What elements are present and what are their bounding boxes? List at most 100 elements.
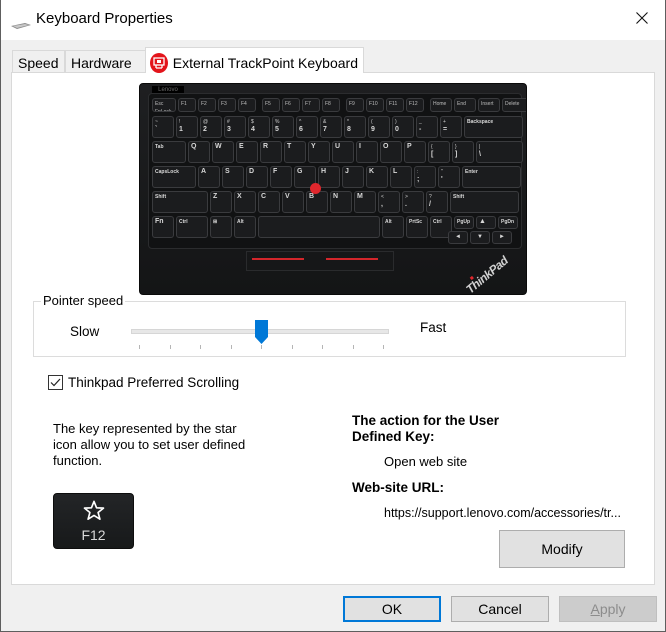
star-icon	[83, 500, 105, 524]
slider-tick	[169, 345, 171, 349]
keyboard-key: & 7	[320, 116, 342, 138]
keyboard-key: ? /	[426, 191, 448, 213]
trackpoint-icon	[150, 52, 168, 73]
tab-panel: Lenovo Esc FnLock F1 F2 F3 F4 F5 F6 F7 F8 F9 F10 F1…	[11, 72, 655, 585]
slider-tick	[291, 345, 293, 349]
keyboard-key: F1	[178, 98, 196, 112]
keyboard-key: E	[236, 141, 258, 163]
pointer-speed-group: Pointer speed Slow Fast	[33, 293, 626, 357]
slider-tick	[230, 345, 232, 349]
keyboard-key: F2	[198, 98, 216, 112]
apply-label: Apply	[590, 601, 626, 617]
pointer-speed-slider[interactable]	[131, 320, 391, 355]
keyboard-properties-dialog: Keyboard Properties Speed Hardware Exter…	[0, 0, 666, 632]
keyboard-key: :;	[414, 166, 436, 188]
slider-tick	[383, 345, 384, 349]
keyboard-key: Alt	[234, 216, 256, 238]
action-value: Open web site	[384, 454, 468, 469]
modify-button[interactable]: Modify	[499, 530, 625, 568]
ok-button[interactable]: OK	[343, 596, 441, 622]
keyboard-key: Backspace	[464, 116, 523, 138]
keyboard-image: Lenovo Esc FnLock F1 F2 F3 F4 F5 F6 F7 F8 F9 F10 F1…	[139, 83, 527, 295]
f12-label: F12	[81, 526, 106, 543]
thinkpad-scrolling-option[interactable]: Thinkpad Preferred Scrolling	[48, 375, 239, 390]
trackpoint-nub	[310, 183, 321, 194]
keyboard-key: F12	[406, 98, 424, 112]
tab-label: Speed	[18, 55, 59, 71]
keyboard-key: K	[366, 166, 388, 188]
keyboard-key: Fn	[152, 216, 174, 238]
action-title: The action for the User Defined Key:	[352, 413, 500, 444]
trackpoint-buttons	[246, 251, 394, 271]
fast-label: Fast	[420, 320, 447, 335]
pointer-speed-legend: Pointer speed	[41, 293, 126, 308]
keyboard-key: F	[270, 166, 292, 188]
keyboard-key: Enter	[462, 166, 521, 188]
keyboard-key: Home	[430, 98, 452, 112]
keyboard-key: F11	[386, 98, 404, 112]
keyboard-key: A	[198, 166, 220, 188]
keyboard-key: Insert	[478, 98, 500, 112]
slow-label: Slow	[70, 324, 100, 339]
keyboard-key: * 8	[344, 116, 366, 138]
slider-tick	[139, 345, 140, 349]
cancel-button[interactable]: Cancel	[451, 596, 549, 622]
keyboard-key: S	[222, 166, 244, 188]
keyboard-key: F6	[282, 98, 300, 112]
keyboard-key: P	[404, 141, 426, 163]
keyboard-key: + =	[440, 116, 462, 138]
tab-hardware[interactable]: Hardware	[65, 50, 146, 72]
tab-label: Hardware	[71, 55, 132, 71]
tab-speed[interactable]: Speed	[12, 50, 65, 72]
keyboard-key: V	[282, 191, 304, 213]
keyboard-key: U	[332, 141, 354, 163]
thinkpad-logo: ThinkPad	[463, 253, 511, 295]
url-title: Web-site URL:	[352, 480, 445, 495]
keyboard-key: ) 0	[392, 116, 414, 138]
apply-button[interactable]: Apply	[559, 596, 657, 622]
keyboard-key: PrtSc	[406, 216, 428, 238]
keyboard-key: Delete	[502, 98, 526, 112]
thinkpad-scrolling-label: Thinkpad Preferred Scrolling	[68, 375, 240, 390]
keyboard-key: Z	[210, 191, 232, 213]
keyboard-key: T	[284, 141, 306, 163]
title-bar[interactable]: Keyboard Properties	[1, 0, 665, 40]
keyboard-key: F4	[238, 98, 256, 112]
keyboard-key: X	[234, 191, 256, 213]
left-button-stripe	[252, 258, 304, 260]
slider-tick	[352, 345, 354, 349]
slider-tick	[261, 345, 262, 349]
keyboard-key: | \	[476, 141, 523, 163]
keyboard-key: ! 1	[176, 116, 198, 138]
thinkpad-scrolling-checkbox[interactable]	[48, 375, 63, 390]
keyboard-key: Shift	[152, 191, 208, 213]
user-defined-key-image: F12	[53, 493, 134, 549]
close-button[interactable]	[619, 0, 665, 38]
user-key-description: The key represented by the star icon all…	[53, 421, 246, 468]
window-title: Keyboard Properties	[36, 10, 173, 27]
slider-tick	[200, 345, 201, 349]
keyboard-key: Y	[308, 141, 330, 163]
tab-external-trackpoint-keyboard[interactable]: External TrackPoint Keyboard	[145, 47, 364, 73]
tab-label: External TrackPoint Keyboard	[172, 54, 358, 71]
slider-thumb[interactable]	[255, 320, 268, 344]
keyboard-key: }]	[452, 141, 474, 163]
keyboard-key: PgUp	[454, 216, 474, 229]
keyboard-key: >.	[402, 191, 424, 213]
keyboard-key: N	[330, 191, 352, 213]
keyboard-key: F9	[346, 98, 364, 112]
keyboard-key: % 5	[272, 116, 294, 138]
keyboard-key: I	[356, 141, 378, 163]
keyboard-key: M	[354, 191, 376, 213]
keyboard-key: @2	[200, 116, 222, 138]
keyboard-key: Q	[188, 141, 210, 163]
keyboard-key: ⊞	[210, 216, 232, 238]
keyboard-key: {[	[428, 141, 450, 163]
keyboard-key: F8	[322, 98, 340, 112]
keyboard-key: ►	[492, 231, 512, 244]
keyboard-key: $4	[248, 116, 270, 138]
keyboard-key: (9	[368, 116, 390, 138]
keyboard-key: J	[342, 166, 364, 188]
slider-tick	[322, 345, 323, 349]
keyboard-key: D	[246, 166, 268, 188]
